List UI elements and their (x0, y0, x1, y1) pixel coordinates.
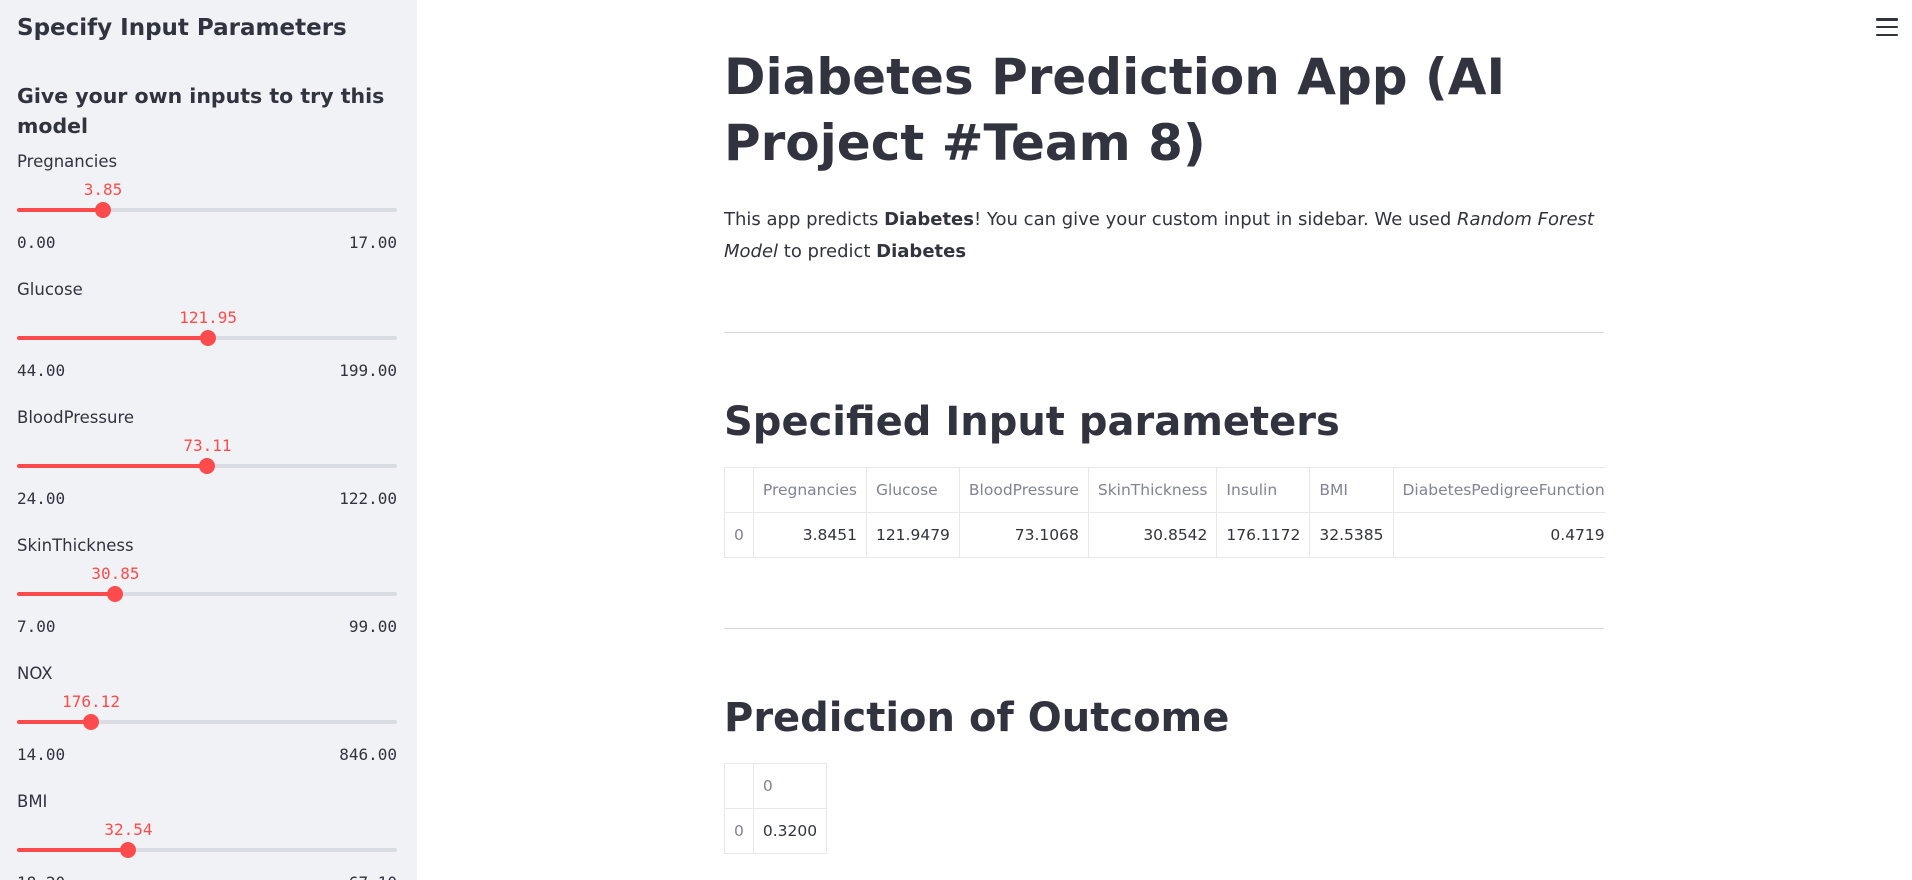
table-row: 0 0.3200 (724, 808, 828, 854)
slider-value: 121.95 (179, 308, 237, 327)
desc-text: This app predicts (724, 209, 885, 230)
slider-track[interactable] (17, 848, 397, 852)
table-cell: 121.9479 (865, 512, 960, 558)
slider-fill (17, 464, 208, 468)
slider-value: 73.11 (183, 436, 232, 455)
slider-label: BloodPressure (17, 408, 135, 427)
column-header[interactable]: Glucose (865, 467, 960, 513)
input-table-wrapper[interactable]: Pregnancies Glucose BloodPressure SkinThick… (724, 467, 1605, 558)
slider-fill (17, 336, 209, 340)
table-cell: 32.5385 (1309, 512, 1394, 558)
slider-thumb[interactable] (107, 586, 124, 602)
slider-thumb[interactable] (200, 330, 217, 346)
column-header[interactable]: Pregnancies (752, 467, 867, 513)
slider-skinthickness: SkinThickness 30.85 7.00 99.00 (17, 535, 397, 663)
slider-track[interactable] (17, 208, 397, 212)
prediction-cell: 0.3200 (752, 808, 828, 854)
divider (724, 628, 1604, 629)
slider-thumb[interactable] (83, 714, 100, 730)
main-content: Diabetes Prediction App (AI Project #Tea… (724, 0, 1605, 854)
menu-bar (1876, 18, 1898, 21)
slider-label: Glucose (17, 280, 83, 299)
column-header[interactable]: SkinThickness (1087, 467, 1218, 513)
slider-value: 32.54 (104, 820, 153, 839)
slider-label: Pregnancies (17, 152, 118, 171)
section-heading-input: Specified Input parameters (724, 399, 1340, 445)
slider-track[interactable] (17, 720, 397, 724)
table-cell: 3.8451 (752, 512, 867, 558)
slider-thumb[interactable] (95, 202, 112, 218)
slider-max: 122.00 (339, 489, 397, 508)
slider-fill (17, 848, 129, 852)
page-title: Diabetes Prediction App (AI Project #Tea… (724, 48, 1506, 172)
desc-bold: Diabetes (876, 241, 967, 262)
slider-thumb[interactable] (199, 458, 216, 474)
slider-thumb[interactable] (120, 842, 137, 858)
table-cell: 176.1172 (1216, 512, 1311, 558)
column-header[interactable]: BMI (1309, 467, 1394, 513)
slider-fill (17, 592, 116, 596)
column-header[interactable]: 0 (752, 763, 828, 809)
row-index: 0 (724, 512, 754, 558)
slider-min: 24.00 (17, 489, 66, 508)
column-header[interactable] (724, 467, 754, 513)
slider-max: 199.00 (339, 361, 397, 380)
table-cell: 0.4719 (1392, 512, 1605, 558)
table-row: 0 3.8451 121.9479 73.1068 30.8542 176.1172 32.… (724, 512, 1605, 558)
table-cell: 73.1068 (958, 512, 1089, 558)
slider-fill (17, 208, 104, 212)
slider-max: 17.00 (348, 233, 397, 252)
slider-max: 846.00 (339, 745, 397, 764)
slider-list: Pregnancies 3.85 0.00 17.00 Glucose 121.… (17, 151, 400, 880)
sidebar-subtitle: Give your own inputs to try this model (17, 84, 385, 138)
slider-max: 99.00 (348, 617, 397, 636)
section-heading-prediction: Prediction of Outcome (724, 695, 1230, 741)
desc-text: ! You can give your custom input in side… (973, 209, 1458, 230)
slider-pregnancies: Pregnancies 3.85 0.00 17.00 (17, 151, 397, 279)
slider-min: 7.00 (17, 617, 56, 636)
slider-min: 0.00 (17, 233, 56, 252)
slider-min: 14.00 (17, 745, 66, 764)
slider-min: 18.20 (17, 873, 65, 880)
slider-track[interactable] (17, 592, 397, 596)
divider (724, 332, 1604, 333)
slider-label: NOX (17, 664, 53, 683)
slider-value: 30.85 (91, 564, 140, 583)
input-parameters-table: Pregnancies Glucose BloodPressure SkinThick… (724, 467, 1605, 558)
slider-glucose: Glucose 121.95 44.00 199.00 (17, 279, 397, 407)
menu-bar (1876, 25, 1898, 29)
hamburger-menu-icon[interactable] (1876, 18, 1898, 36)
column-header[interactable]: DiabetesPedigreeFunction (1392, 467, 1605, 513)
desc-bold: Diabetes (884, 209, 974, 230)
slider-value: 3.85 (83, 180, 123, 199)
slider-nox: NOX 176.12 14.00 846.00 (17, 663, 397, 791)
sidebar: Specify Input Parameters Give your own i… (0, 0, 417, 880)
column-header[interactable]: Insulin (1216, 467, 1311, 513)
slider-bloodpressure: BloodPressure 73.11 24.00 122.00 (17, 407, 397, 535)
slider-label: BMI (17, 792, 48, 811)
slider-max: 67.10 (349, 873, 397, 880)
slider-fill (17, 720, 92, 724)
column-header[interactable]: BloodPressure (958, 467, 1089, 513)
slider-bmi: BMI 32.54 18.20 67.10 (17, 791, 397, 880)
table-cell: 30.8542 (1087, 512, 1218, 558)
app-description: This app predicts Diabetes! You can give… (724, 204, 1604, 268)
desc-text: to predict (778, 241, 877, 262)
slider-value: 176.12 (62, 692, 120, 711)
prediction-table: 0 0 0.3200 (724, 763, 828, 854)
row-index: 0 (724, 808, 754, 854)
slider-min: 44.00 (17, 361, 66, 380)
menu-bar (1876, 33, 1898, 36)
sidebar-title: Specify Input Parameters (17, 15, 347, 41)
slider-label: SkinThickness (17, 536, 134, 555)
column-header[interactable] (724, 763, 754, 809)
